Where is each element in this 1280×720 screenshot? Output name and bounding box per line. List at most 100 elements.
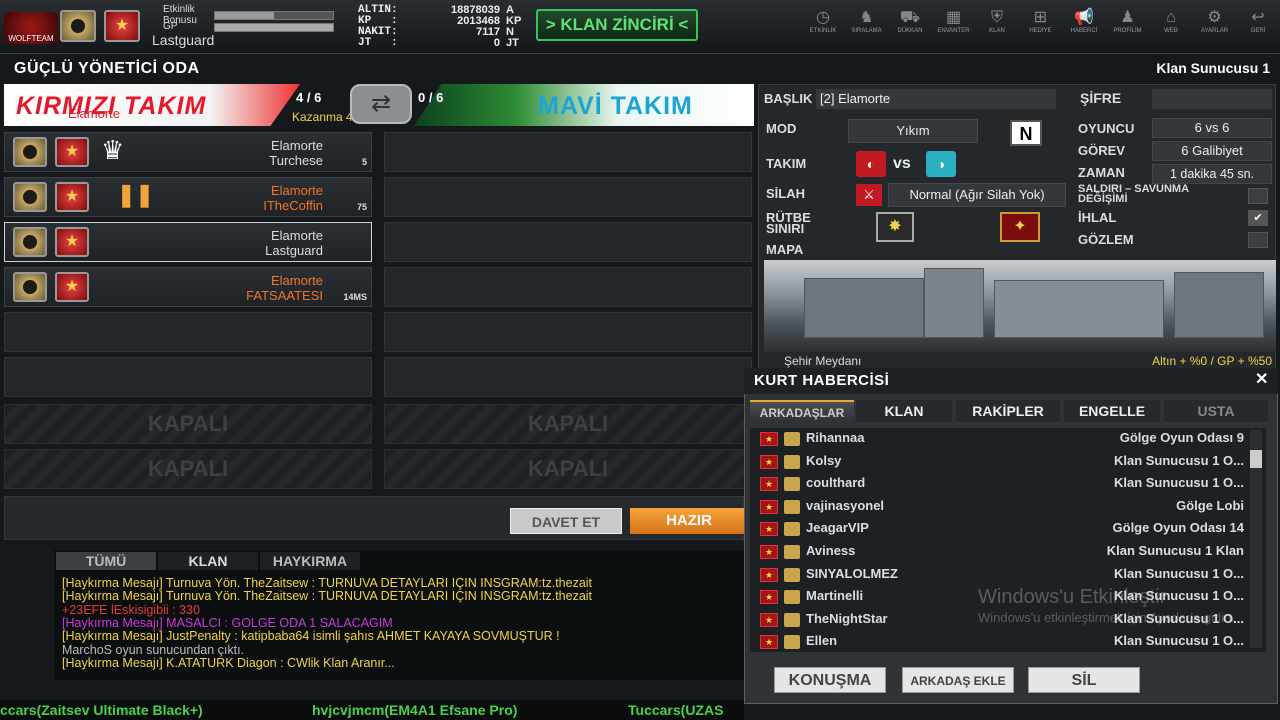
nav-wolf-button[interactable]: ♞ SIRALAMA: [846, 8, 888, 48]
player-name: Lastguard: [152, 32, 215, 48]
messenger-tab-5[interactable]: USTA: [1164, 400, 1268, 422]
friend-name: coulthard: [806, 475, 866, 491]
closed-slot[interactable]: KAPALI: [4, 404, 372, 444]
closed-slot[interactable]: KAPALI: [384, 404, 752, 444]
empty-slot[interactable]: [4, 357, 372, 397]
room-title: GÜÇLÜ YÖNETİCİ ODA: [14, 60, 200, 77]
empty-slot[interactable]: [384, 132, 752, 172]
rank-icon: ★: [760, 454, 778, 469]
friend-location: Gölge Lobi: [1176, 497, 1244, 513]
mode-value[interactable]: Yıkım: [848, 119, 978, 143]
klan-chain-button[interactable]: > KLAN ZİNCİRİ <: [536, 9, 698, 41]
friend-row[interactable]: ★ SINYALOLMEZ Klan Sunucusu 1 O...: [760, 564, 1250, 586]
friend-row[interactable]: ★ Rihannaa Gölge Oyun Odası 9: [760, 428, 1250, 450]
ihlal-checkbox[interactable]: ✔: [1248, 210, 1268, 226]
emblem-icon: [784, 522, 800, 537]
messenger-tab-1[interactable]: ARKADAŞLAR: [750, 400, 854, 422]
team-swap-button[interactable]: ⇄: [350, 84, 412, 124]
nav-label: HABERCİ: [1070, 28, 1098, 34]
rank-icon: ★: [760, 499, 778, 514]
player-nickname: ITheCoffin: [263, 198, 323, 213]
delete-friend-button[interactable]: SİL: [1028, 667, 1140, 693]
friend-row[interactable]: ★ Ellen Klan Sunucusu 1 O...: [760, 631, 1250, 653]
player-slot[interactable]: ★ ❚❚ Elamorte ITheCoffin 75: [4, 177, 372, 217]
chat-tab-clan[interactable]: KLAN: [158, 552, 258, 570]
friend-row[interactable]: ★ Kolsy Klan Sunucusu 1 O...: [760, 451, 1250, 473]
team-label: TAKIM: [766, 156, 807, 171]
friend-row[interactable]: ★ vajinasyonel Gölge Lobi: [760, 496, 1250, 518]
nav-back-button[interactable]: ↩ GERİ: [1237, 8, 1279, 48]
attack-defense-swap-label: SALDIRI – SAVUNMA DEĞİŞİMİ: [1078, 183, 1189, 205]
player-name-block: Elamorte Lastguard: [181, 228, 323, 258]
nav-web-button[interactable]: ⌂ WEB: [1150, 8, 1192, 48]
map-building: [804, 278, 924, 338]
nav-cart-button[interactable]: ⛟ DÜKKAN: [889, 8, 931, 48]
server-label: Klan Sunucusu 1: [1156, 60, 1270, 76]
room-master-crown-icon: ♛: [101, 135, 125, 165]
player-count-value[interactable]: 6 vs 6: [1152, 118, 1272, 138]
closed-slot[interactable]: KAPALI: [4, 449, 372, 489]
nav-inventory-button[interactable]: ▦ ENVANTER: [933, 8, 975, 48]
player-rank-badge: ★: [55, 227, 89, 257]
empty-slot[interactable]: [384, 177, 752, 217]
closed-slot[interactable]: KAPALI: [384, 449, 752, 489]
nav-label: ETKİNLİK: [809, 28, 837, 34]
player-slot[interactable]: ★ ♛ Elamorte Turchese 5: [4, 132, 372, 172]
chat-tab-all[interactable]: TÜMÜ: [56, 552, 156, 570]
scrollbar-thumb[interactable]: [1250, 450, 1262, 468]
nav-megaphone-button[interactable]: 📢 HABERCİ: [1063, 8, 1105, 48]
empty-slot[interactable]: [384, 222, 752, 262]
emblem-icon: [784, 499, 800, 514]
nav-gift-button[interactable]: ⊞ HEDİYE: [1020, 8, 1062, 48]
empty-slot[interactable]: [4, 312, 372, 352]
nav-user-button[interactable]: ♟ PROFİLİM: [1107, 8, 1149, 48]
messenger-tab-3[interactable]: RAKİPLER: [956, 400, 1060, 422]
map-preview[interactable]: [764, 260, 1276, 352]
close-icon[interactable]: ✕: [1255, 369, 1268, 389]
nav-shield-button[interactable]: ⛨ KLAN: [976, 8, 1018, 48]
rank-icon: ★: [760, 567, 778, 582]
emblem-icon: [784, 545, 800, 559]
megaphone-icon: 📢: [1074, 9, 1094, 26]
empty-slot[interactable]: [384, 312, 752, 352]
wolf-emblem-icon: [21, 233, 39, 251]
nav-label: PROFİLİM: [1113, 28, 1142, 34]
blue-team-title: MAVİ TAKIM: [538, 92, 693, 120]
messenger-tab-2[interactable]: KLAN: [856, 400, 952, 422]
time-value[interactable]: 1 dakika 45 sn.: [1152, 164, 1272, 184]
password-field[interactable]: [1152, 89, 1272, 109]
rank-min-icon[interactable]: ✸: [876, 212, 914, 242]
empty-slot[interactable]: [384, 267, 752, 307]
empty-slot[interactable]: [384, 357, 752, 397]
player-clan: Elamorte: [270, 183, 323, 198]
friend-row[interactable]: ★ JeagarVIP Gölge Oyun Odası 14: [760, 518, 1250, 540]
password-label: ŞİFRE: [1080, 90, 1122, 106]
chat-tab-shout[interactable]: HAYKIRMA: [260, 552, 360, 570]
messenger-tab-4[interactable]: ENGELLE: [1064, 400, 1160, 422]
inventory-icon: ▦: [945, 9, 962, 26]
rank-icon: ★: [760, 612, 778, 627]
nav-clock-button[interactable]: ◷ ETKİNLİK: [802, 8, 844, 48]
friend-row[interactable]: ★ coulthard Klan Sunucusu 1 O...: [760, 473, 1250, 495]
nav-gear-button[interactable]: ⚙ AYARLAR: [1194, 8, 1236, 48]
player-slot[interactable]: ★ Elamorte FATSAATESI 14MS: [4, 267, 372, 307]
room-title-value: [2] Elamorte: [816, 89, 1056, 109]
ready-button[interactable]: HAZIR: [630, 508, 748, 534]
friend-name: TheNightStar: [806, 610, 888, 626]
player-emblem: [13, 182, 47, 212]
emblem-icon: [784, 477, 800, 492]
ticker-item: hvjcvjmcm(EM4A1 Efsane Pro): [312, 702, 518, 718]
chat-message: [Haykırma Mesajı] Turnuva Yön. TheZaitse…: [62, 577, 593, 590]
observer-checkbox[interactable]: [1248, 232, 1268, 248]
friend-row[interactable]: ★ Aviness Klan Sunucusu 1 Klan: [760, 541, 1250, 563]
chat-button[interactable]: KONUŞMA: [774, 667, 886, 693]
rank-max-icon[interactable]: ✦: [1000, 212, 1040, 242]
mission-value[interactable]: 6 Galibiyet: [1152, 141, 1272, 161]
weapon-value[interactable]: Normal (Ağır Silah Yok): [888, 183, 1066, 207]
invite-button[interactable]: DAVET ET: [510, 508, 622, 534]
map-label: MAPA: [766, 242, 804, 257]
wolf-emblem-icon: [69, 17, 87, 35]
attack-defense-swap-checkbox[interactable]: [1248, 188, 1268, 204]
add-friend-button[interactable]: ARKADAŞ EKLE: [902, 667, 1014, 693]
player-slot[interactable]: ★ Elamorte Lastguard: [4, 222, 372, 262]
